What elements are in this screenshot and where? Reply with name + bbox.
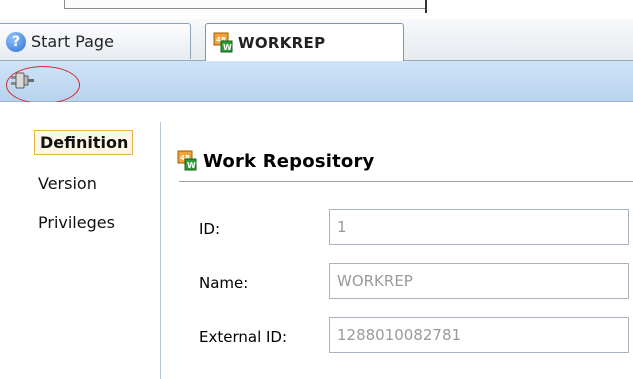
id-field[interactable]: 1 — [329, 209, 629, 245]
section-tab-version[interactable]: Version — [38, 174, 97, 193]
heading-divider — [179, 181, 633, 182]
section-tab-privileges[interactable]: Privileges — [38, 213, 115, 232]
field-row-external-id: External ID: — [199, 328, 329, 346]
definition-form: 48 W Work Repository ID: 1 Name: WORKREP… — [163, 102, 633, 379]
section-tabs-panel: Definition Version Privileges — [0, 102, 163, 379]
editor-toolbar — [0, 61, 633, 102]
editor-tab-bar: ? Start Page 48 W WORKREP — [0, 19, 633, 61]
section-tab-definition[interactable]: Definition — [34, 130, 134, 155]
background-window-edge — [0, 0, 633, 19]
help-icon: ? — [6, 31, 26, 52]
tab-workrep-label: WORKREP — [238, 33, 326, 52]
tab-start-page-label: Start Page — [31, 32, 114, 51]
svg-text:W: W — [187, 161, 196, 170]
window-frame-fragment — [64, 0, 425, 9]
name-label: Name: — [199, 274, 249, 292]
section-title: Work Repository — [203, 150, 375, 172]
id-label: ID: — [199, 220, 221, 238]
window-frame-tick — [425, 0, 427, 13]
section-heading: 48 W Work Repository — [177, 150, 374, 172]
tab-workrep[interactable]: 48 W WORKREP — [205, 23, 404, 61]
work-repository-icon: 48 W — [213, 32, 233, 54]
work-repository-icon: 48 W — [177, 150, 197, 172]
panel-divider — [160, 122, 161, 379]
external-id-label: External ID: — [199, 328, 288, 346]
svg-text:W: W — [223, 43, 232, 52]
name-field[interactable]: WORKREP — [329, 263, 629, 299]
external-id-field[interactable]: 1288010082781 — [329, 317, 629, 353]
field-row-id: ID: — [199, 220, 329, 238]
field-row-name: Name: — [199, 274, 329, 292]
tab-start-page[interactable]: ? Start Page — [0, 23, 191, 59]
connect-plug-icon[interactable] — [10, 70, 36, 92]
